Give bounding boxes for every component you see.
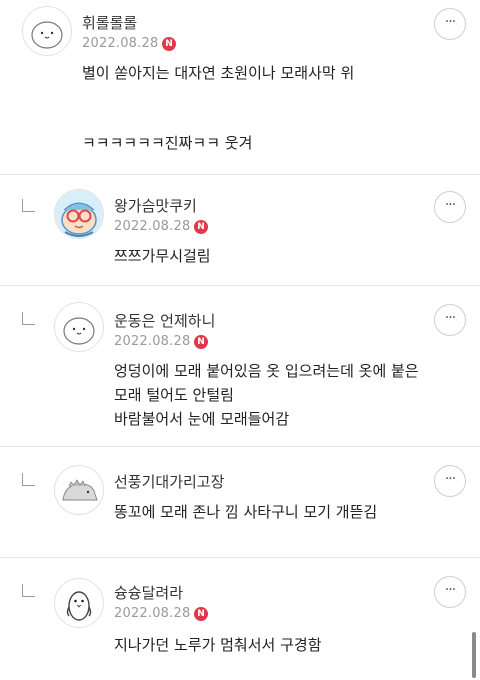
- new-badge: N: [194, 335, 208, 349]
- comment-text-line: ㅋㅋㅋㅋㅋㅋ진짜ㅋㅋ 웃겨: [82, 134, 253, 152]
- reply-indicator-icon: [22, 312, 35, 325]
- comment-5: 슝슝달려라 2022.08.28 N ··· 지나가던 노루가 멈춰서서 구경함: [0, 558, 480, 680]
- comment-2: 왕가슴맛쿠키 2022.08.28 N ··· 쯔쯔가무시걸림: [0, 175, 480, 285]
- nickname[interactable]: 슝슝달려라: [114, 582, 183, 603]
- more-options-button[interactable]: ···: [434, 576, 466, 608]
- reply-indicator-icon: [22, 199, 35, 212]
- comment-text-line: 별이 쏟아지는 대자연 초원이나 모래사막 위: [82, 64, 355, 82]
- comment-1: 휘롤롤롤 2022.08.28 N ··· 별이 쏟아지는 대자연 초원이나 모…: [0, 0, 480, 174]
- blob-character-icon: [31, 21, 63, 49]
- comment-text-line: 모래 털어도 안털림: [114, 386, 234, 404]
- comment-date: 2022.08.28: [114, 219, 191, 234]
- avatar-4[interactable]: [54, 465, 104, 515]
- comment-date: 2022.08.28: [114, 334, 191, 349]
- more-options-button[interactable]: ···: [434, 465, 466, 497]
- comment-4: 선풍기대가리고장 ··· 똥꼬에 모래 존나 낌 사타구니 모기 개뜯김: [0, 447, 480, 557]
- avatar-2[interactable]: [54, 189, 104, 239]
- nickname[interactable]: 선풍기대가리고장: [114, 471, 224, 492]
- nickname[interactable]: 휘롤롤롤: [82, 12, 137, 33]
- comment-text-line: 지나가던 노루가 멈춰서서 구경함: [114, 636, 322, 654]
- more-options-button[interactable]: ···: [434, 191, 466, 223]
- comment-date: 2022.08.28: [82, 36, 159, 51]
- new-badge: N: [194, 220, 208, 234]
- avatar-3[interactable]: [54, 302, 104, 352]
- dinosaur-character-icon: [62, 479, 98, 501]
- more-options-button[interactable]: ···: [434, 304, 466, 336]
- avatar-5[interactable]: [54, 578, 104, 628]
- comment-text-line: 엉덩이에 모래 붙어있음 옷 입으려는데 옷에 붙은: [114, 362, 419, 380]
- penguin-character-icon: [66, 591, 92, 621]
- nickname[interactable]: 왕가슴맛쿠키: [114, 195, 197, 216]
- comment-text-line: 쯔쯔가무시걸림: [114, 247, 211, 265]
- reply-indicator-icon: [22, 473, 35, 486]
- new-badge: N: [162, 37, 176, 51]
- scrollbar[interactable]: [472, 632, 476, 678]
- more-options-button[interactable]: ···: [434, 8, 466, 40]
- comment-text-line: 똥꼬에 모래 존나 낌 사타구니 모기 개뜯김: [114, 503, 378, 521]
- glasses-character-icon: [55, 190, 103, 238]
- blob-character-icon: [63, 317, 95, 345]
- comment-text-line: 바람불어서 눈에 모래들어감: [114, 410, 290, 428]
- reply-indicator-icon: [22, 584, 35, 597]
- new-badge: N: [194, 607, 208, 621]
- comment-date: 2022.08.28: [114, 606, 191, 621]
- nickname[interactable]: 운동은 언제하니: [114, 310, 215, 331]
- comment-3: 운동은 언제하니 2022.08.28 N ··· 엉덩이에 모래 붙어있음 옷…: [0, 286, 480, 446]
- avatar-1[interactable]: [22, 6, 72, 56]
